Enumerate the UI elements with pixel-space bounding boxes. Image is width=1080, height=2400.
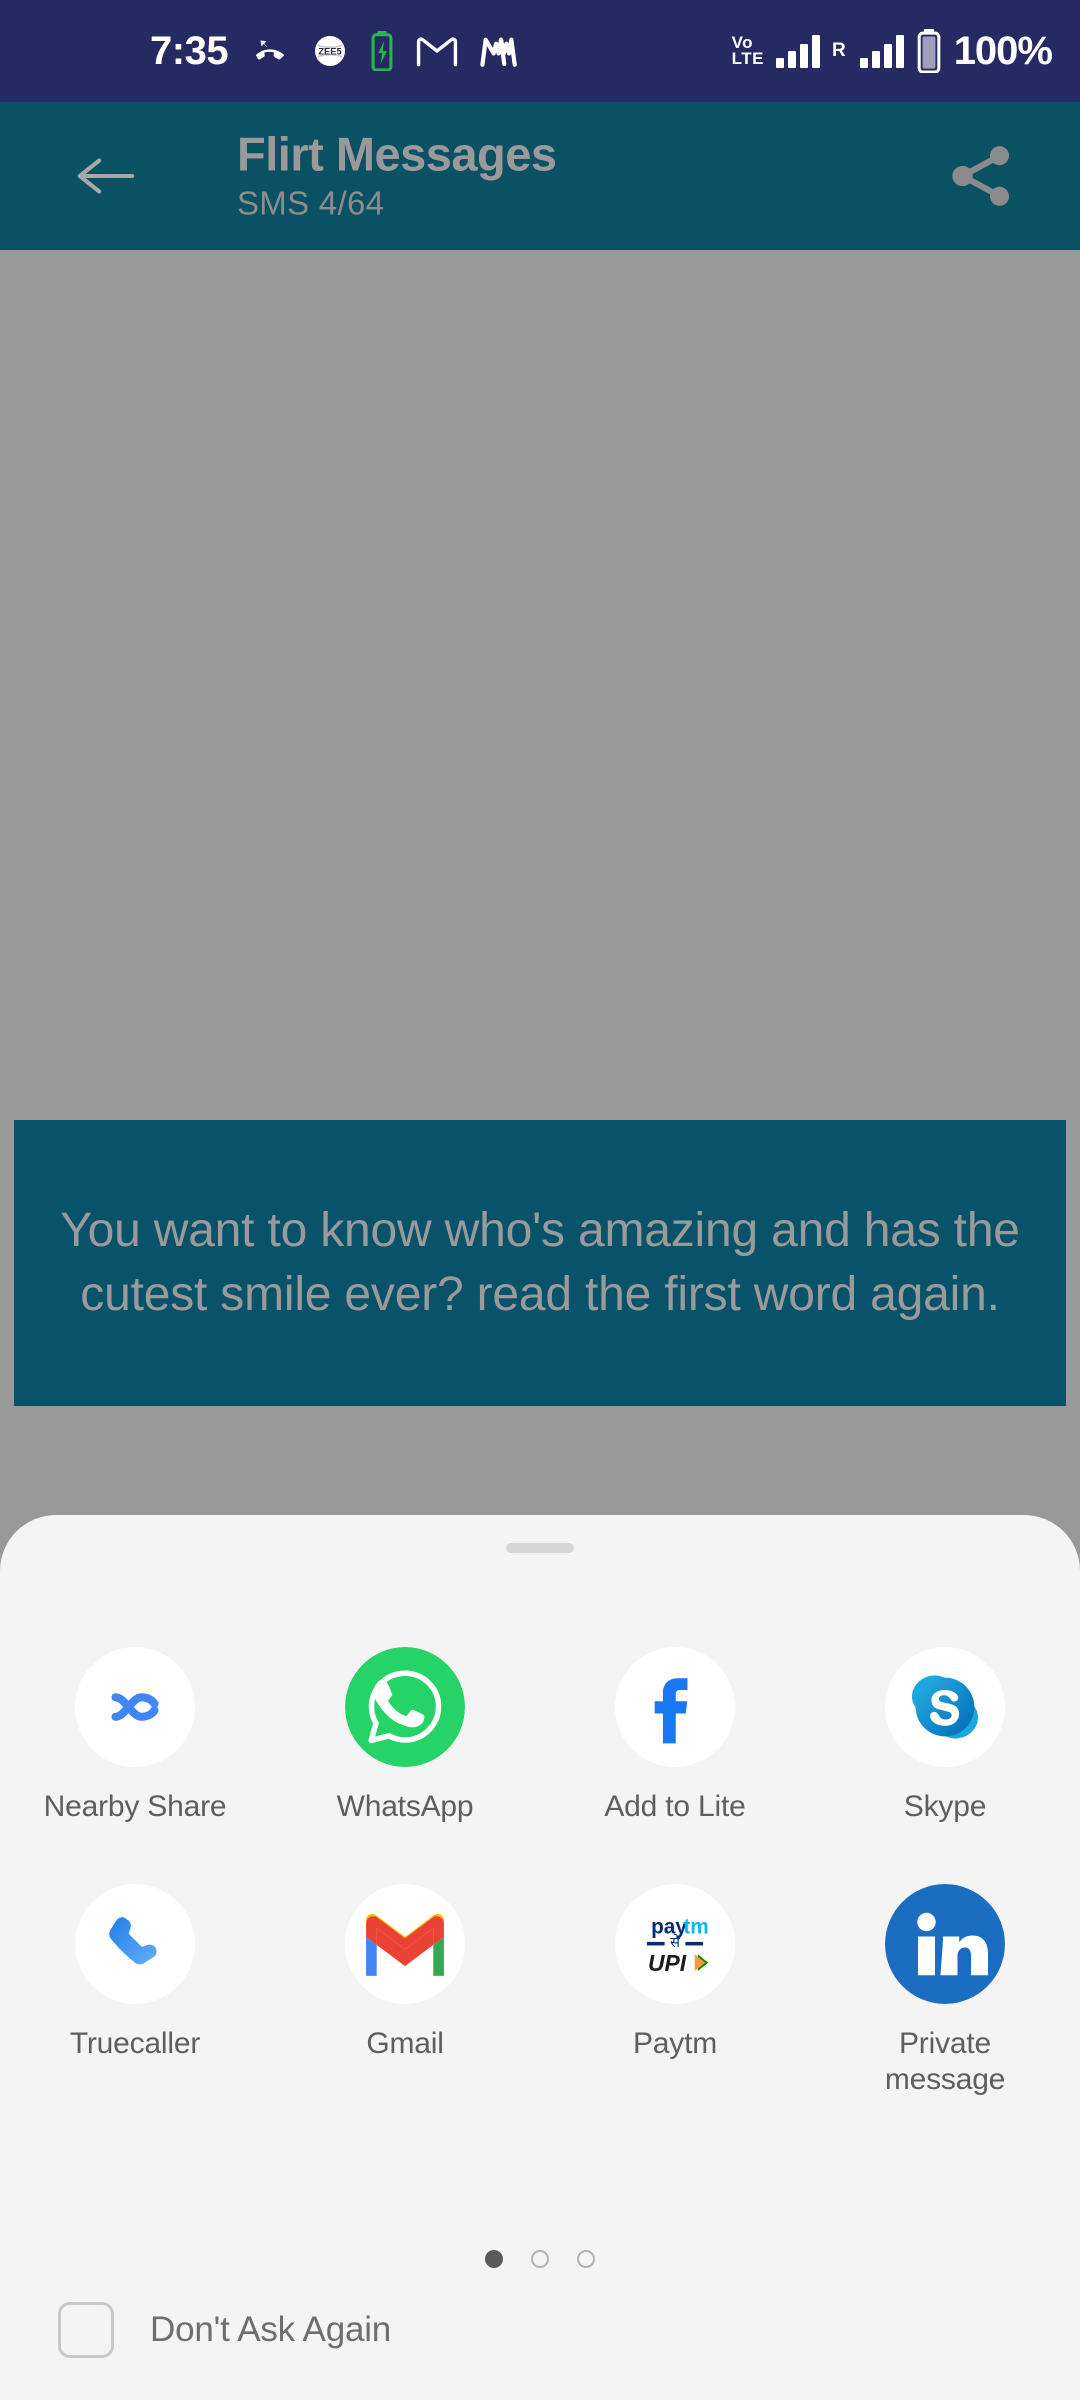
linkedin-icon [885, 1883, 1005, 2004]
message-text: You want to know who's amazing and has t… [60, 1204, 1020, 1321]
signal-bars-sim1 [775, 34, 820, 68]
svg-text:ZEE5: ZEE5 [318, 46, 341, 56]
back-button[interactable] [70, 141, 140, 211]
share-sheet: Nearby Share WhatsApp Add to Lite Skype … [0, 1515, 1080, 2400]
signal-bars-sim2 [859, 34, 904, 68]
share-target-private-message[interactable]: Private message [810, 1883, 1080, 2099]
svg-text:tm: tm [683, 1915, 708, 1938]
status-bar: 7:35 ZEE5 Vo LTE R 100% [0, 0, 1080, 102]
status-bar-right: Vo LTE R 100% [731, 28, 1053, 74]
dont-ask-again-checkbox[interactable] [58, 2302, 114, 2358]
page-dot-3[interactable] [577, 2250, 595, 2268]
share-row: Truecaller Gmail pay tm से UPI Paytm Pri… [0, 1883, 1080, 2099]
share-target-label: Private message [884, 2026, 1006, 2097]
app-bar: Flirt Messages SMS 4/64 [0, 102, 1080, 250]
roaming-indicator: R [831, 40, 846, 61]
whatsapp-icon [345, 1647, 465, 1767]
share-target-skype[interactable]: Skype [810, 1647, 1080, 1826]
paytm-upi-icon: pay tm से UPI [615, 1883, 735, 2004]
battery-icon [916, 29, 942, 73]
page-dot-2[interactable] [531, 2250, 549, 2268]
app-bar-titles: Flirt Messages SMS 4/64 [237, 127, 557, 223]
m-app-icon [480, 34, 522, 68]
volte-indicator: Vo LTE [731, 34, 764, 68]
share-icon [952, 146, 1010, 206]
svg-text:से: से [670, 1933, 681, 1951]
share-target-label: WhatsApp [336, 1790, 474, 1823]
share-target-label: Paytm [632, 2026, 718, 2060]
share-target-label: Truecaller [69, 2026, 201, 2060]
phone-screen: 7:35 ZEE5 Vo LTE R 100% Flirt Messages S… [0, 0, 1080, 2400]
share-target-label: Gmail [366, 2026, 444, 2060]
share-target-grid: Nearby Share WhatsApp Add to Lite Skype … [0, 1647, 1080, 2099]
status-bar-clock: 7:35 [150, 28, 229, 73]
battery-charging-icon [370, 31, 394, 71]
share-button[interactable] [942, 137, 1020, 215]
sheet-drag-handle[interactable] [506, 1543, 574, 1553]
missed-call-icon [250, 31, 290, 71]
share-target-label: Add to Lite [604, 1790, 746, 1823]
truecaller-icon [75, 1883, 195, 2004]
svg-text:UPI: UPI [648, 1950, 687, 1976]
gmail-icon [345, 1883, 465, 2004]
facebook-icon [615, 1647, 735, 1767]
status-bar-left: 7:35 ZEE5 [150, 29, 522, 74]
share-target-gmail[interactable]: Gmail [270, 1883, 540, 2099]
dont-ask-again-row[interactable]: Don't Ask Again [58, 2302, 391, 2358]
sheet-pagination[interactable] [485, 2250, 595, 2268]
share-target-label: Skype [903, 1790, 987, 1823]
message-card[interactable]: You want to know who's amazing and has t… [14, 1120, 1066, 1406]
share-target-whatsapp[interactable]: WhatsApp [270, 1647, 540, 1826]
page-subtitle: SMS 4/64 [237, 184, 385, 222]
share-row: Nearby Share WhatsApp Add to Lite Skype [0, 1647, 1080, 1826]
skype-icon [885, 1647, 1005, 1767]
zee5-icon: ZEE5 [312, 33, 348, 69]
dont-ask-again-label: Don't Ask Again [150, 2310, 392, 2349]
page-title: Flirt Messages [237, 127, 557, 181]
back-arrow-icon [77, 158, 135, 194]
gmail-icon [416, 34, 458, 68]
page-dot-1[interactable] [485, 2250, 503, 2268]
battery-percent-label: 100% [953, 28, 1053, 73]
share-target-nearby-share[interactable]: Nearby Share [0, 1647, 270, 1826]
share-target-truecaller[interactable]: Truecaller [0, 1883, 270, 2099]
share-target-add-to-lite[interactable]: Add to Lite [540, 1647, 810, 1826]
share-target-label: Nearby Share [43, 1790, 227, 1823]
share-target-paytm[interactable]: pay tm से UPI Paytm [540, 1883, 810, 2099]
nearby-share-icon [75, 1647, 195, 1767]
volte-bottom: LTE [731, 49, 764, 68]
